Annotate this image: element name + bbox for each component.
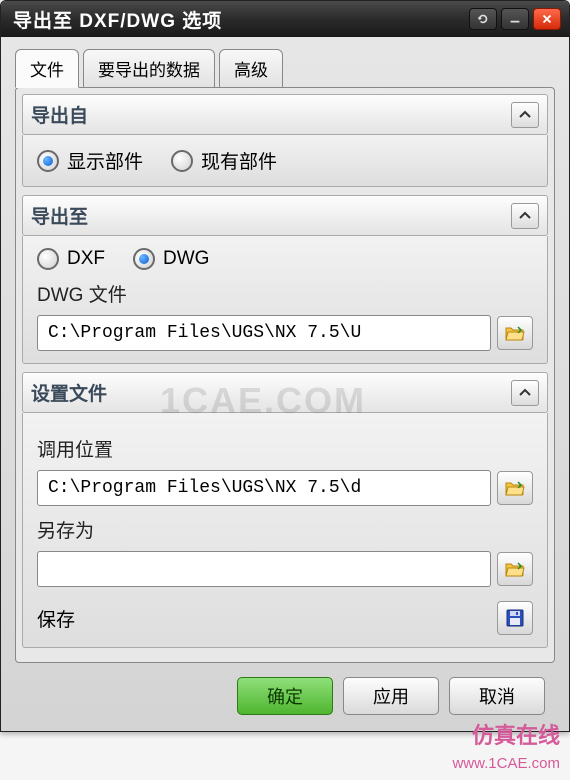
saveas-input[interactable]	[37, 551, 491, 587]
tab-panel: 导出自 显示部件 现有部件	[15, 87, 555, 663]
saveas-label: 另存为	[37, 516, 533, 543]
group-settings-file: 设置文件 调用位置	[22, 372, 548, 648]
call-location-input[interactable]	[37, 470, 491, 506]
group-title-to: 导出至	[31, 202, 88, 229]
radio-label: 现有部件	[201, 147, 277, 174]
browse-call-button[interactable]	[497, 471, 533, 505]
undo-icon	[476, 12, 490, 26]
tab-advanced[interactable]: 高级	[219, 49, 283, 88]
save-button[interactable]	[497, 601, 533, 635]
window-title: 导出至 DXF/DWG 选项	[13, 6, 465, 33]
apply-button[interactable]: 应用	[343, 677, 439, 715]
radio-icon	[171, 150, 193, 172]
collapse-btn-to[interactable]	[511, 203, 539, 229]
group-header-from[interactable]: 导出自	[22, 94, 548, 135]
group-body-to: DXF DWG DWG 文件	[22, 236, 548, 364]
radio-dxf[interactable]: DXF	[37, 248, 105, 270]
close-button[interactable]	[533, 8, 561, 30]
dwg-file-label: DWG 文件	[37, 280, 533, 307]
group-export-to: 导出至 DXF DWG	[22, 195, 548, 364]
group-body-settings: 调用位置 另存为	[22, 413, 548, 648]
group-header-to[interactable]: 导出至	[22, 195, 548, 236]
watermark-url: www.1CAE.com	[452, 755, 560, 772]
ok-button[interactable]: 确定	[237, 677, 333, 715]
radio-label: DXF	[67, 248, 105, 270]
group-title-settings: 设置文件	[31, 379, 107, 406]
reset-button[interactable]	[469, 8, 497, 30]
browse-dwg-button[interactable]	[497, 316, 533, 350]
radio-label: DWG	[163, 248, 209, 270]
cancel-button[interactable]: 取消	[449, 677, 545, 715]
call-location-label: 调用位置	[37, 435, 533, 462]
radio-icon	[133, 248, 155, 270]
browse-saveas-button[interactable]	[497, 552, 533, 586]
radio-icon	[37, 150, 59, 172]
group-export-from: 导出自 显示部件 现有部件	[22, 94, 548, 187]
chevron-up-icon	[518, 209, 532, 223]
radio-displayed-part[interactable]: 显示部件	[37, 147, 143, 174]
folder-open-icon	[505, 324, 525, 342]
tab-data[interactable]: 要导出的数据	[83, 49, 215, 88]
folder-open-icon	[505, 479, 525, 497]
group-title-from: 导出自	[31, 101, 88, 128]
group-header-settings[interactable]: 设置文件	[22, 372, 548, 413]
dwg-file-input[interactable]	[37, 315, 491, 351]
close-icon	[540, 12, 554, 26]
chevron-up-icon	[518, 386, 532, 400]
radio-icon	[37, 248, 59, 270]
minimize-button[interactable]	[501, 8, 529, 30]
chevron-up-icon	[518, 108, 532, 122]
folder-open-icon	[505, 560, 525, 578]
minimize-icon	[508, 12, 522, 26]
radio-dwg[interactable]: DWG	[133, 248, 209, 270]
tab-bar: 文件 要导出的数据 高级	[15, 49, 555, 88]
dialog-window: 导出至 DXF/DWG 选项 文件 要导出的数据 高级 导出自	[0, 0, 570, 732]
dialog-body: 文件 要导出的数据 高级 导出自 显示部件	[1, 37, 569, 731]
collapse-btn-from[interactable]	[511, 102, 539, 128]
group-body-from: 显示部件 现有部件	[22, 135, 548, 187]
tab-file[interactable]: 文件	[15, 49, 79, 88]
titlebar: 导出至 DXF/DWG 选项	[1, 1, 569, 37]
floppy-disk-icon	[505, 608, 525, 628]
radio-existing-part[interactable]: 现有部件	[171, 147, 277, 174]
radio-label: 显示部件	[67, 147, 143, 174]
dialog-footer: 确定 应用 取消	[15, 663, 555, 721]
save-label: 保存	[37, 605, 497, 632]
collapse-btn-settings[interactable]	[511, 380, 539, 406]
